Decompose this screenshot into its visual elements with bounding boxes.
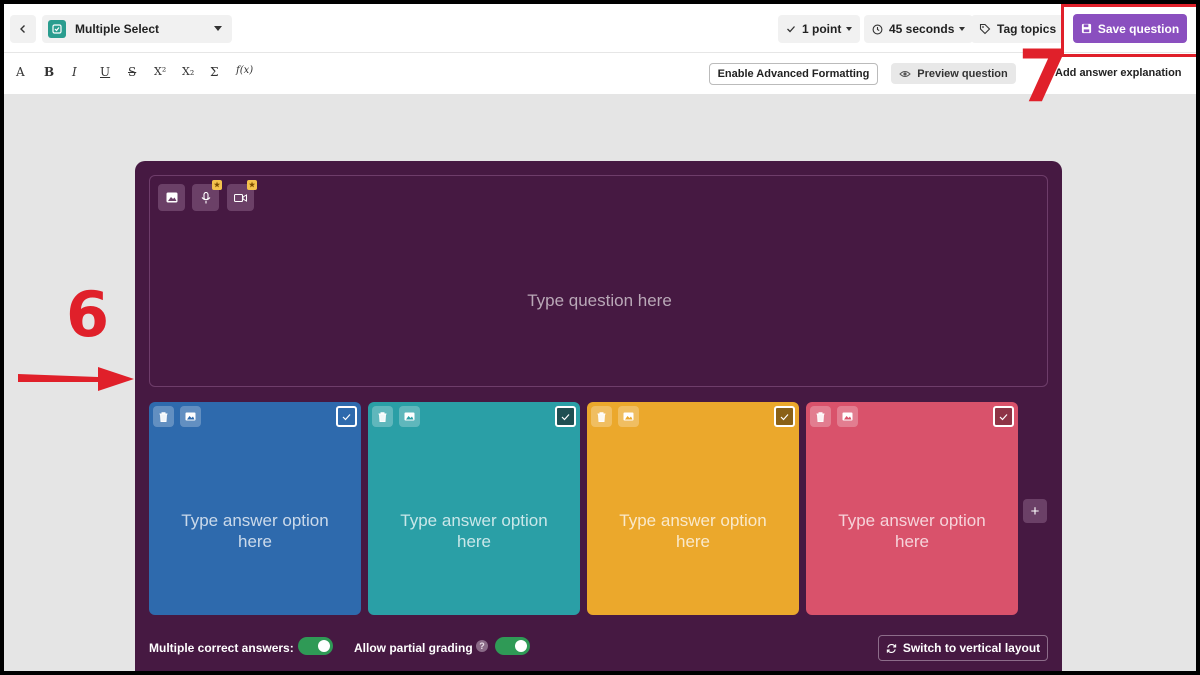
points-label: 1 point — [802, 22, 842, 36]
image-icon[interactable] — [837, 406, 858, 427]
question-card: ★ ★ Type question here Type answer optio… — [135, 161, 1062, 671]
annotation-step-7: 7 — [1018, 34, 1069, 118]
answer-option-4[interactable]: Type answer option here — [806, 402, 1018, 615]
answer-option-placeholder: Type answer option here — [181, 511, 329, 551]
time-select[interactable]: 45 seconds — [864, 15, 974, 43]
subscript-button[interactable]: X₂ — [182, 65, 194, 78]
chevron-left-icon — [20, 25, 25, 33]
answer-option-1[interactable]: Type answer option here — [149, 402, 361, 615]
clock-icon — [872, 24, 883, 34]
tag-icon — [979, 23, 991, 35]
correct-answer-checkbox[interactable] — [774, 406, 795, 427]
check-icon — [561, 413, 570, 420]
trash-icon[interactable] — [372, 406, 393, 427]
insert-audio-button[interactable]: ★ — [192, 180, 222, 211]
back-button[interactable] — [10, 15, 36, 43]
question-type-select[interactable]: Multiple Select — [42, 15, 232, 43]
red-arrow-icon — [18, 367, 134, 391]
toggle-knob — [515, 640, 527, 652]
refresh-icon — [886, 643, 896, 653]
answer-option-placeholder: Type answer option here — [838, 511, 986, 551]
correct-answer-checkbox[interactable] — [555, 406, 576, 427]
italic-button[interactable]: I — [72, 65, 77, 79]
strikethrough-button[interactable]: S — [128, 65, 136, 79]
app-frame: Multiple Select 1 point 45 seconds Tag t… — [4, 4, 1196, 671]
check-icon — [787, 26, 795, 33]
correct-answer-checkbox[interactable] — [993, 406, 1014, 427]
check-icon — [342, 413, 351, 420]
premium-badge-icon: ★ — [212, 180, 222, 190]
insert-image-button[interactable] — [158, 184, 185, 211]
premium-badge-icon: ★ — [247, 180, 257, 190]
partial-grading-toggle[interactable] — [495, 637, 530, 655]
question-mark-icon[interactable]: ? — [476, 640, 488, 652]
image-icon — [166, 192, 177, 203]
question-type-label: Multiple Select — [75, 22, 160, 36]
question-placeholder: Type question here — [527, 291, 672, 310]
sigma-button[interactable]: Σ — [210, 65, 218, 79]
caret-down-icon — [846, 27, 853, 31]
superscript-button[interactable]: X² — [154, 65, 166, 78]
points-select[interactable]: 1 point — [778, 15, 861, 43]
video-icon — [234, 193, 247, 202]
plus-icon: + — [1030, 502, 1040, 520]
partial-grading-label: Allow partial grading — [354, 641, 473, 655]
switch-layout-button[interactable]: Switch to vertical layout — [878, 635, 1048, 661]
eye-icon — [899, 70, 911, 77]
image-icon[interactable] — [618, 406, 639, 427]
image-icon[interactable] — [399, 406, 420, 427]
check-icon — [999, 413, 1008, 420]
trash-icon[interactable] — [153, 406, 174, 427]
function-button[interactable]: f(x) — [236, 65, 253, 76]
answer-option-3[interactable]: Type answer option here — [587, 402, 799, 615]
question-input-area[interactable]: ★ ★ Type question here — [149, 175, 1048, 387]
preview-question-button[interactable]: Preview question — [891, 63, 1016, 84]
checkbox-icon — [48, 20, 66, 38]
time-label: 45 seconds — [889, 22, 955, 36]
save-highlight-box — [1061, 4, 1196, 57]
multiple-correct-toggle[interactable] — [298, 637, 333, 655]
underline-button[interactable]: U — [100, 65, 110, 79]
caret-down-icon — [959, 27, 966, 31]
toggle-knob — [318, 640, 330, 652]
mic-icon — [201, 191, 210, 203]
trash-icon[interactable] — [810, 406, 831, 427]
annotation-step-6: 6 — [66, 278, 110, 351]
trash-icon[interactable] — [591, 406, 612, 427]
answer-option-placeholder: Type answer option here — [619, 511, 767, 551]
correct-answer-checkbox[interactable] — [336, 406, 357, 427]
add-answer-explanation-link[interactable]: Add answer explanation — [1055, 67, 1182, 79]
check-icon — [780, 413, 789, 420]
multiple-correct-label: Multiple correct answers: — [149, 641, 294, 655]
answer-option-placeholder: Type answer option here — [400, 511, 548, 551]
switch-layout-label: Switch to vertical layout — [902, 641, 1041, 655]
font-color-button[interactable]: A — [16, 65, 25, 79]
insert-video-button[interactable]: ★ — [227, 180, 257, 211]
add-option-button[interactable]: + — [1023, 499, 1047, 523]
answer-option-2[interactable]: Type answer option here — [368, 402, 580, 615]
caret-down-icon — [214, 26, 222, 31]
preview-question-label: Preview question — [917, 67, 1008, 80]
enable-advanced-formatting-button[interactable]: Enable Advanced Formatting — [709, 63, 878, 85]
image-icon[interactable] — [180, 406, 201, 427]
bold-button[interactable]: B — [44, 65, 54, 79]
settings-row: Multiple correct answers: Allow partial … — [149, 635, 1048, 663]
